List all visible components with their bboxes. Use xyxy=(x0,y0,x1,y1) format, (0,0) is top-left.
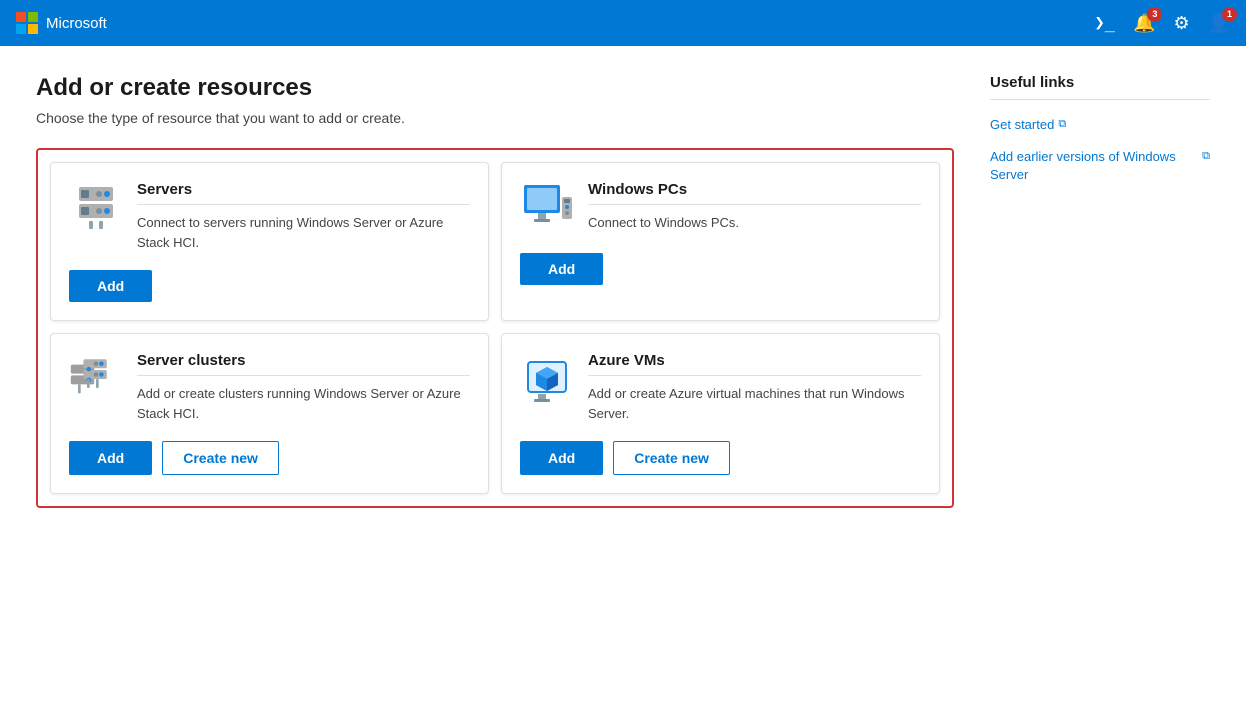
sidebar-title: Useful links xyxy=(990,74,1210,100)
card-servers-title: Servers xyxy=(137,181,470,198)
card-vms-header: Azure VMs Add or create Azure virtual ma… xyxy=(520,352,921,423)
external-link-icon-1: ⧉ xyxy=(1058,117,1066,132)
card-windows-pcs: Windows PCs Connect to Windows PCs. Add xyxy=(501,162,940,321)
external-link-icon-2: ⧉ xyxy=(1202,149,1210,164)
pcs-add-button[interactable]: Add xyxy=(520,253,603,285)
card-pcs-actions: Add xyxy=(520,253,921,285)
notifications-badge: 3 xyxy=(1147,7,1162,22)
logo-blue xyxy=(16,24,26,34)
card-servers-description: Connect to servers running Windows Serve… xyxy=(137,213,470,252)
logo-yellow xyxy=(28,24,38,34)
content-area: Add or create resources Choose the type … xyxy=(36,74,954,682)
card-vms-title-section: Azure VMs Add or create Azure virtual ma… xyxy=(588,352,921,423)
topbar: Microsoft ❯_ 🔔 3 ⚙ 👤 1 xyxy=(0,0,1246,46)
sidebar: Useful links Get started ⧉ Add earlier v… xyxy=(990,74,1210,682)
resources-grid: Servers Connect to servers running Windo… xyxy=(50,162,940,494)
page-title: Add or create resources xyxy=(36,74,954,102)
get-started-label: Get started xyxy=(990,116,1054,134)
page-subtitle: Choose the type of resource that you wan… xyxy=(36,110,954,126)
add-earlier-label: Add earlier versions of Windows Server xyxy=(990,148,1198,184)
settings-icon[interactable]: ⚙ xyxy=(1173,13,1189,34)
clusters-create-button[interactable]: Create new xyxy=(162,441,279,475)
topbar-right: ❯_ 🔔 3 ⚙ 👤 1 xyxy=(1095,13,1230,34)
card-vms-divider xyxy=(588,375,921,376)
card-pcs-description: Connect to Windows PCs. xyxy=(588,213,921,233)
pc-icon xyxy=(520,181,574,235)
card-vms-title: Azure VMs xyxy=(588,352,921,369)
main-content: Add or create resources Choose the type … xyxy=(0,46,1246,710)
card-pcs-divider xyxy=(588,204,921,205)
card-servers-header: Servers Connect to servers running Windo… xyxy=(69,181,470,252)
user-badge: 1 xyxy=(1222,7,1237,22)
logo-red xyxy=(16,12,26,22)
card-server-clusters: Server clusters Add or create clusters r… xyxy=(50,333,489,494)
card-servers: Servers Connect to servers running Windo… xyxy=(50,162,489,321)
card-pcs-title: Windows PCs xyxy=(588,181,921,198)
clusters-add-button[interactable]: Add xyxy=(69,441,152,475)
notifications-icon[interactable]: 🔔 3 xyxy=(1133,13,1155,34)
cluster-icon xyxy=(69,352,123,406)
card-clusters-title-section: Server clusters Add or create clusters r… xyxy=(137,352,470,423)
card-clusters-title: Server clusters xyxy=(137,352,470,369)
brand-label: Microsoft xyxy=(46,15,107,32)
card-clusters-header: Server clusters Add or create clusters r… xyxy=(69,352,470,423)
card-servers-actions: Add xyxy=(69,270,470,302)
vms-add-button[interactable]: Add xyxy=(520,441,603,475)
servers-add-button[interactable]: Add xyxy=(69,270,152,302)
azure-vm-icon xyxy=(520,352,574,406)
sidebar-link-get-started[interactable]: Get started ⧉ xyxy=(990,116,1210,134)
card-clusters-divider xyxy=(137,375,470,376)
terminal-icon[interactable]: ❯_ xyxy=(1095,13,1115,33)
sidebar-link-add-earlier[interactable]: Add earlier versions of Windows Server ⧉ xyxy=(990,148,1210,184)
card-pcs-header: Windows PCs Connect to Windows PCs. xyxy=(520,181,921,235)
card-servers-title-section: Servers Connect to servers running Windo… xyxy=(137,181,470,252)
card-clusters-actions: Add Create new xyxy=(69,441,470,475)
logo-green xyxy=(28,12,38,22)
server-icon xyxy=(69,181,123,235)
card-vms-actions: Add Create new xyxy=(520,441,921,475)
microsoft-logo xyxy=(16,12,38,34)
resources-grid-wrapper: Servers Connect to servers running Windo… xyxy=(36,148,954,508)
card-servers-divider xyxy=(137,204,470,205)
card-pcs-title-section: Windows PCs Connect to Windows PCs. xyxy=(588,181,921,233)
card-clusters-description: Add or create clusters running Windows S… xyxy=(137,384,470,423)
card-azure-vms: Azure VMs Add or create Azure virtual ma… xyxy=(501,333,940,494)
card-vms-description: Add or create Azure virtual machines tha… xyxy=(588,384,921,423)
user-icon[interactable]: 👤 1 xyxy=(1208,13,1230,34)
vms-create-button[interactable]: Create new xyxy=(613,441,730,475)
topbar-left: Microsoft xyxy=(16,12,107,34)
